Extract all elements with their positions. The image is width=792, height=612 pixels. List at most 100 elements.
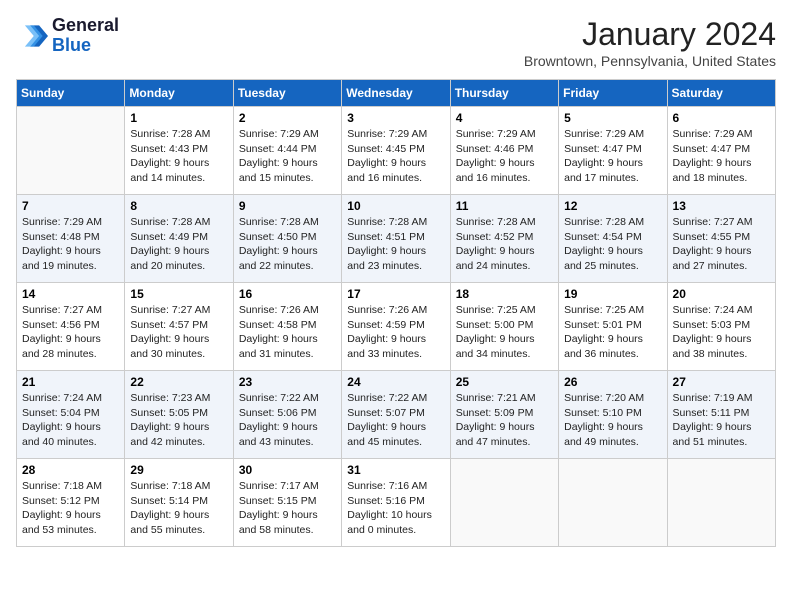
calendar-day-cell: 1 Sunrise: 7:28 AM Sunset: 4:43 PM Daylig… <box>125 107 233 195</box>
day-info: Sunrise: 7:26 AM Sunset: 4:59 PM Dayligh… <box>347 303 444 362</box>
calendar-day-cell: 9Sunrise: 7:28 AM Sunset: 4:50 PM Daylig… <box>233 195 341 283</box>
day-number: 16 <box>239 287 336 301</box>
day-info: Sunrise: 7:16 AM Sunset: 5:16 PM Dayligh… <box>347 479 444 538</box>
day-number: 22 <box>130 375 227 389</box>
weekday-header: Wednesday <box>342 80 450 107</box>
weekday-header: Sunday <box>17 80 125 107</box>
title-block: January 2024 Browntown, Pennsylvania, Un… <box>524 16 776 69</box>
day-number: 7 <box>22 199 119 213</box>
day-info: Sunrise: 7:24 AM Sunset: 5:04 PM Dayligh… <box>22 391 119 450</box>
calendar-day-cell: 22 Sunrise: 7:23 AM Sunset: 5:05 PM Dayli… <box>125 371 233 459</box>
calendar-day-cell <box>450 459 558 547</box>
day-number: 10 <box>347 199 444 213</box>
calendar-day-cell: 5 Sunrise: 7:29 AM Sunset: 4:47 PM Daylig… <box>559 107 667 195</box>
day-number: 21 <box>22 375 119 389</box>
day-info: Sunrise: 7:29 AM Sunset: 4:44 PM Dayligh… <box>239 127 336 186</box>
calendar-day-cell: 14 Sunrise: 7:27 AM Sunset: 4:56 PM Dayli… <box>17 283 125 371</box>
day-number: 17 <box>347 287 444 301</box>
day-info: Sunrise: 7:19 AM Sunset: 5:11 PM Dayligh… <box>673 391 770 450</box>
day-number: 31 <box>347 463 444 477</box>
day-number: 8 <box>130 199 227 213</box>
calendar-week-row: 28Sunrise: 7:18 AM Sunset: 5:12 PM Dayli… <box>17 459 776 547</box>
day-number: 11 <box>456 199 553 213</box>
day-number: 26 <box>564 375 661 389</box>
day-number: 30 <box>239 463 336 477</box>
calendar-header-row: SundayMondayTuesdayWednesdayThursdayFrid… <box>17 80 776 107</box>
day-number: 15 <box>130 287 227 301</box>
calendar-day-cell: 19 Sunrise: 7:25 AM Sunset: 5:01 PM Dayli… <box>559 283 667 371</box>
day-number: 13 <box>673 199 770 213</box>
day-number: 27 <box>673 375 770 389</box>
calendar-day-cell: 26 Sunrise: 7:20 AM Sunset: 5:10 PM Dayli… <box>559 371 667 459</box>
calendar-day-cell: 28Sunrise: 7:18 AM Sunset: 5:12 PM Dayli… <box>17 459 125 547</box>
day-number: 1 <box>130 111 227 125</box>
day-info: Sunrise: 7:28 AM Sunset: 4:43 PM Dayligh… <box>130 127 227 186</box>
day-number: 23 <box>239 375 336 389</box>
day-info: Sunrise: 7:29 AM Sunset: 4:48 PM Dayligh… <box>22 215 119 274</box>
day-info: Sunrise: 7:18 AM Sunset: 5:12 PM Dayligh… <box>22 479 119 538</box>
day-number: 25 <box>456 375 553 389</box>
calendar-day-cell: 25 Sunrise: 7:21 AM Sunset: 5:09 PM Dayli… <box>450 371 558 459</box>
day-info: Sunrise: 7:25 AM Sunset: 5:01 PM Dayligh… <box>564 303 661 362</box>
calendar-day-cell: 12 Sunrise: 7:28 AM Sunset: 4:54 PM Dayli… <box>559 195 667 283</box>
location: Browntown, Pennsylvania, United States <box>524 53 776 69</box>
day-number: 5 <box>564 111 661 125</box>
calendar-day-cell: 2 Sunrise: 7:29 AM Sunset: 4:44 PM Daylig… <box>233 107 341 195</box>
calendar-day-cell: 10 Sunrise: 7:28 AM Sunset: 4:51 PM Dayli… <box>342 195 450 283</box>
calendar-week-row: 7 Sunrise: 7:29 AM Sunset: 4:48 PM Daylig… <box>17 195 776 283</box>
day-info: Sunrise: 7:22 AM Sunset: 5:07 PM Dayligh… <box>347 391 444 450</box>
day-info: Sunrise: 7:28 AM Sunset: 4:51 PM Dayligh… <box>347 215 444 274</box>
day-info: Sunrise: 7:28 AM Sunset: 4:49 PM Dayligh… <box>130 215 227 274</box>
day-info: Sunrise: 7:27 AM Sunset: 4:56 PM Dayligh… <box>22 303 119 362</box>
weekday-header: Tuesday <box>233 80 341 107</box>
calendar-week-row: 14 Sunrise: 7:27 AM Sunset: 4:56 PM Dayli… <box>17 283 776 371</box>
day-info: Sunrise: 7:27 AM Sunset: 4:57 PM Dayligh… <box>130 303 227 362</box>
day-info: Sunrise: 7:26 AM Sunset: 4:58 PM Dayligh… <box>239 303 336 362</box>
day-info: Sunrise: 7:23 AM Sunset: 5:05 PM Dayligh… <box>130 391 227 450</box>
calendar-day-cell: 16 Sunrise: 7:26 AM Sunset: 4:58 PM Dayli… <box>233 283 341 371</box>
day-info: Sunrise: 7:20 AM Sunset: 5:10 PM Dayligh… <box>564 391 661 450</box>
day-number: 29 <box>130 463 227 477</box>
day-info: Sunrise: 7:17 AM Sunset: 5:15 PM Dayligh… <box>239 479 336 538</box>
calendar-day-cell <box>559 459 667 547</box>
day-number: 14 <box>22 287 119 301</box>
day-info: Sunrise: 7:18 AM Sunset: 5:14 PM Dayligh… <box>130 479 227 538</box>
calendar-table: SundayMondayTuesdayWednesdayThursdayFrid… <box>16 79 776 547</box>
calendar-day-cell: 23 Sunrise: 7:22 AM Sunset: 5:06 PM Dayli… <box>233 371 341 459</box>
weekday-header: Monday <box>125 80 233 107</box>
calendar-day-cell <box>17 107 125 195</box>
calendar-day-cell <box>667 459 775 547</box>
weekday-header: Saturday <box>667 80 775 107</box>
calendar-day-cell: 3Sunrise: 7:29 AM Sunset: 4:45 PM Daylig… <box>342 107 450 195</box>
calendar-day-cell: 21 Sunrise: 7:24 AM Sunset: 5:04 PM Dayli… <box>17 371 125 459</box>
day-info: Sunrise: 7:28 AM Sunset: 4:54 PM Dayligh… <box>564 215 661 274</box>
day-info: Sunrise: 7:29 AM Sunset: 4:45 PM Dayligh… <box>347 127 444 186</box>
logo-icon <box>16 20 48 52</box>
calendar-day-cell: 27 Sunrise: 7:19 AM Sunset: 5:11 PM Dayli… <box>667 371 775 459</box>
day-info: Sunrise: 7:29 AM Sunset: 4:47 PM Dayligh… <box>564 127 661 186</box>
day-info: Sunrise: 7:21 AM Sunset: 5:09 PM Dayligh… <box>456 391 553 450</box>
calendar-day-cell: 20Sunrise: 7:24 AM Sunset: 5:03 PM Dayli… <box>667 283 775 371</box>
calendar-day-cell: 13 Sunrise: 7:27 AM Sunset: 4:55 PM Dayli… <box>667 195 775 283</box>
day-info: Sunrise: 7:22 AM Sunset: 5:06 PM Dayligh… <box>239 391 336 450</box>
day-number: 24 <box>347 375 444 389</box>
day-number: 18 <box>456 287 553 301</box>
page-header: General Blue January 2024 Browntown, Pen… <box>16 16 776 69</box>
day-info: Sunrise: 7:28 AM Sunset: 4:52 PM Dayligh… <box>456 215 553 274</box>
calendar-day-cell: 17 Sunrise: 7:26 AM Sunset: 4:59 PM Dayli… <box>342 283 450 371</box>
month-title: January 2024 <box>524 16 776 53</box>
calendar-day-cell: 30 Sunrise: 7:17 AM Sunset: 5:15 PM Dayli… <box>233 459 341 547</box>
calendar-day-cell: 4Sunrise: 7:29 AM Sunset: 4:46 PM Daylig… <box>450 107 558 195</box>
day-info: Sunrise: 7:25 AM Sunset: 5:00 PM Dayligh… <box>456 303 553 362</box>
day-info: Sunrise: 7:29 AM Sunset: 4:47 PM Dayligh… <box>673 127 770 186</box>
day-number: 19 <box>564 287 661 301</box>
weekday-header: Friday <box>559 80 667 107</box>
day-info: Sunrise: 7:27 AM Sunset: 4:55 PM Dayligh… <box>673 215 770 274</box>
day-number: 9 <box>239 199 336 213</box>
day-number: 12 <box>564 199 661 213</box>
calendar-day-cell: 29 Sunrise: 7:18 AM Sunset: 5:14 PM Dayli… <box>125 459 233 547</box>
day-number: 2 <box>239 111 336 125</box>
calendar-day-cell: 11 Sunrise: 7:28 AM Sunset: 4:52 PM Dayli… <box>450 195 558 283</box>
day-number: 20 <box>673 287 770 301</box>
calendar-day-cell: 6Sunrise: 7:29 AM Sunset: 4:47 PM Daylig… <box>667 107 775 195</box>
